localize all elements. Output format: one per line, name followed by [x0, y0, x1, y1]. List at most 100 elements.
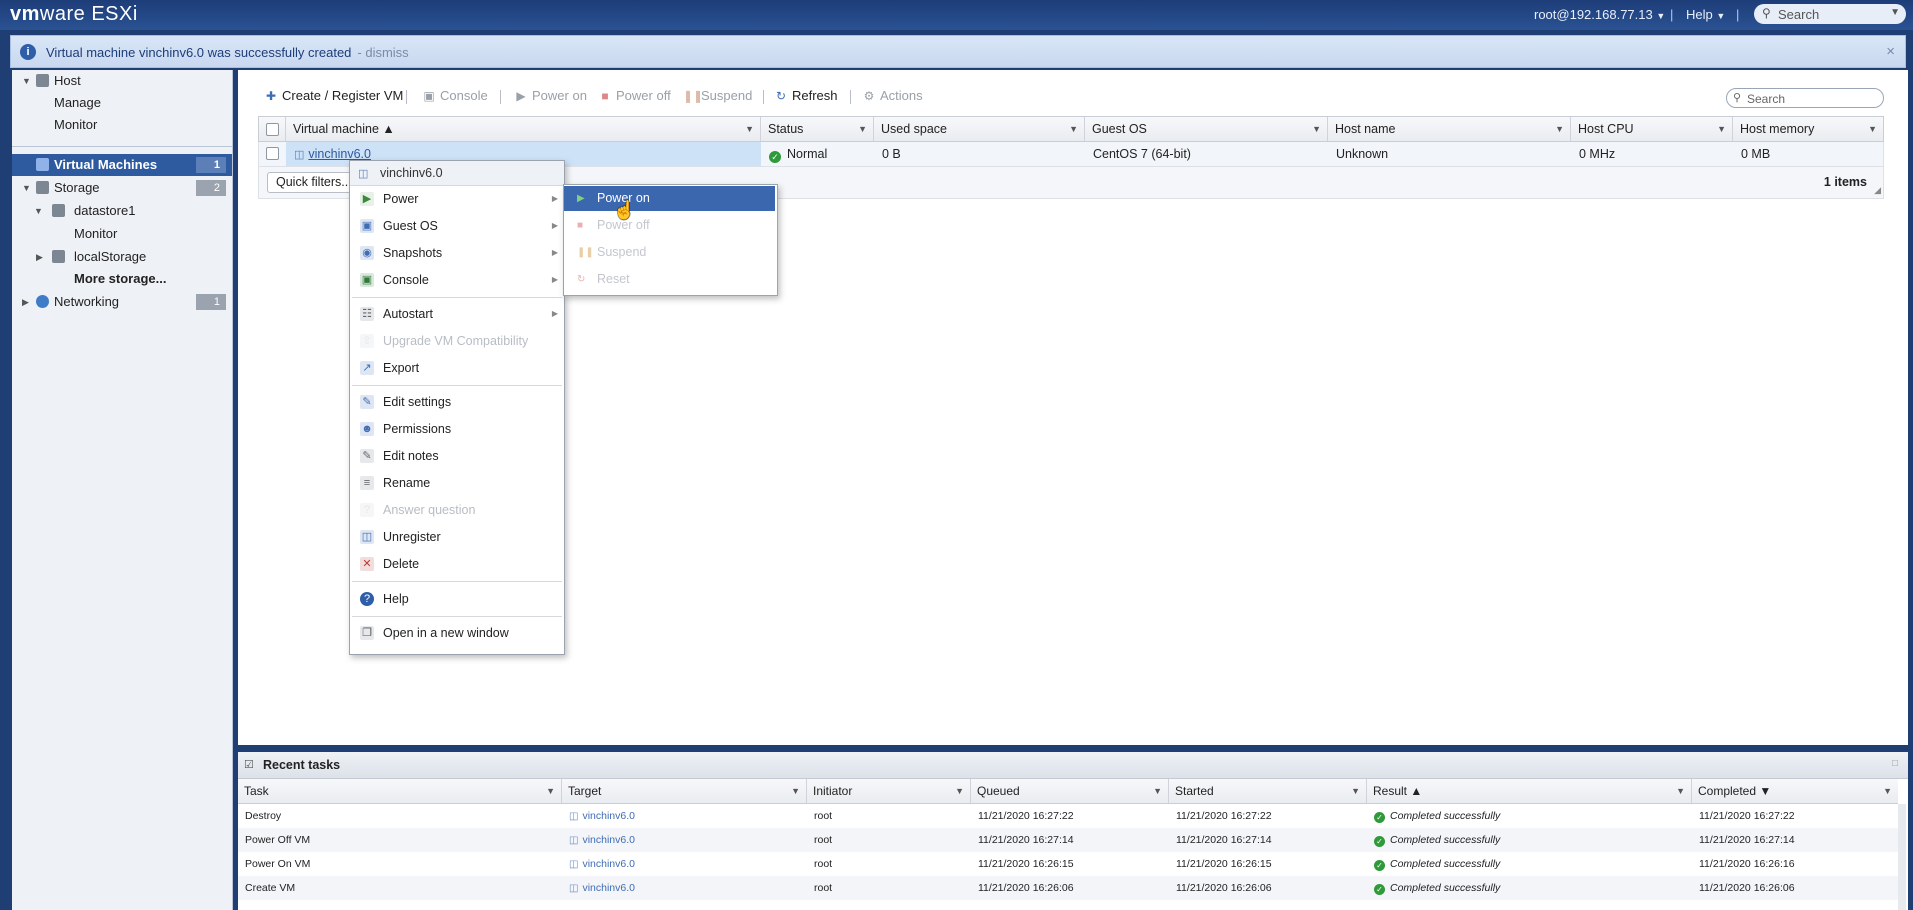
resize-grip-icon[interactable]: ◢ — [1874, 185, 1881, 196]
nav-host-manage[interactable]: Manage — [12, 92, 232, 114]
actions-button[interactable]: ⚙ Actions — [862, 88, 923, 103]
nav-networking[interactable]: ▶ Networking 1 — [12, 291, 232, 313]
chevron-down-icon[interactable]: ▼ — [745, 117, 754, 141]
chevron-down-icon[interactable]: ▼ — [1717, 117, 1726, 141]
column-target[interactable]: Target ▼ — [562, 779, 807, 803]
chevron-down-icon[interactable]: ▼ — [1868, 117, 1877, 141]
chevron-down-icon[interactable]: ▼ — [1069, 117, 1078, 141]
chevron-down-icon[interactable]: ▼ — [546, 779, 555, 803]
menu-item-edit-notes[interactable]: ✎ Edit notes — [350, 444, 564, 468]
column-result[interactable]: Result ▲ ▼ — [1367, 779, 1692, 803]
nav-host-monitor[interactable]: Monitor — [12, 114, 232, 136]
task-target[interactable]: ◫ vinchinv6.0 — [562, 876, 807, 900]
power-on-button[interactable]: ▶ Power on — [514, 88, 587, 103]
chevron-down-icon[interactable]: ▼ — [955, 779, 964, 803]
column-host-name[interactable]: Host name ▼ — [1328, 117, 1571, 141]
menu-item-help[interactable]: ? Help — [350, 587, 564, 611]
chevron-down-icon[interactable]: ▼ — [1555, 117, 1564, 141]
task-target[interactable]: ◫ vinchinv6.0 — [562, 852, 807, 876]
submenu-suspend[interactable]: ❚❚ Suspend — [564, 240, 775, 265]
column-used-space[interactable]: Used space ▼ — [874, 117, 1085, 141]
chevron-down-icon[interactable]: ▼ — [1351, 779, 1360, 803]
menu-item-autostart[interactable]: ☷ Autostart ▶ — [350, 302, 564, 326]
select-all-checkbox[interactable] — [266, 123, 279, 136]
column-virtual-machine[interactable]: Virtual machine ▲ ▼ — [286, 117, 761, 141]
nav-datastore1[interactable]: ▼ datastore1 — [12, 200, 232, 222]
console-button[interactable]: ▣ Console — [422, 88, 487, 103]
column-task[interactable]: Task ▼ — [238, 779, 562, 803]
column-host-memory[interactable]: Host memory ▼ — [1733, 117, 1883, 141]
column-started[interactable]: Started ▼ — [1169, 779, 1367, 803]
new-window-icon: ❐ — [360, 626, 374, 640]
create-register-vm-button[interactable]: ✚ Create / Register VM — [264, 88, 403, 103]
quick-filters-select[interactable]: Quick filters... — [267, 172, 355, 193]
task-row[interactable]: Power On VM ◫ vinchinv6.0 root 11/21/2020… — [238, 852, 1898, 876]
task-target[interactable]: ◫ vinchinv6.0 — [562, 828, 807, 852]
global-search-input[interactable]: ⚲ Search ▼ — [1754, 4, 1906, 24]
menu-item-rename[interactable]: ≡ Rename — [350, 471, 564, 495]
nav-datastore1-monitor[interactable]: Monitor — [12, 223, 232, 245]
menu-item-answer-question[interactable]: ? Answer question — [350, 498, 564, 522]
task-row[interactable]: Power Off VM ◫ vinchinv6.0 root 11/21/202… — [238, 828, 1898, 852]
collapse-arrow-icon[interactable]: ▼ — [22, 177, 31, 199]
nav-virtual-machines[interactable]: Virtual Machines 1 — [12, 154, 232, 176]
menu-item-export[interactable]: ↗ Export — [350, 356, 564, 380]
menu-item-snapshots[interactable]: ◉ Snapshots ▶ — [350, 241, 564, 265]
chevron-down-icon[interactable]: ▼ — [791, 779, 800, 803]
vm-name-link[interactable]: vinchinv6.0 — [308, 147, 371, 161]
chevron-down-icon[interactable]: ▼ — [1883, 779, 1892, 803]
nav-local-storage[interactable]: ▶ localStorage — [12, 246, 232, 268]
menu-item-console[interactable]: ▣ Console ▶ — [350, 268, 564, 292]
minimize-icon[interactable]: □ — [1892, 758, 1898, 769]
submenu-power-on[interactable]: ▶ Power on — [564, 186, 775, 211]
power-off-button[interactable]: ■ Power off — [598, 88, 670, 103]
menu-item-edit-settings[interactable]: ✎ Edit settings — [350, 390, 564, 414]
vm-search-input[interactable]: ⚲ Search — [1726, 88, 1884, 108]
collapse-arrow-icon[interactable]: ▼ — [34, 200, 43, 222]
nav-storage[interactable]: ▼ Storage 2 — [12, 177, 232, 199]
chevron-down-icon[interactable]: ▼ — [1153, 779, 1162, 803]
chevron-down-icon[interactable]: ▼ — [1676, 779, 1685, 803]
submenu-reset[interactable]: ↻ Reset — [564, 267, 775, 292]
close-icon[interactable]: × — [1886, 43, 1895, 60]
column-status[interactable]: Status ▼ — [761, 117, 874, 141]
autostart-icon: ☷ — [360, 307, 374, 321]
menu-item-open-new-window[interactable]: ❐ Open in a new window — [350, 621, 564, 645]
chevron-down-icon[interactable]: ▼ — [1312, 117, 1321, 141]
menu-divider — [352, 581, 562, 582]
column-completed[interactable]: Completed ▼ ▼ — [1692, 779, 1898, 803]
task-target[interactable]: ◫ vinchinv6.0 — [562, 804, 807, 828]
chevron-down-icon[interactable]: ▼ — [858, 117, 867, 141]
row-checkbox[interactable] — [266, 147, 279, 160]
task-row[interactable]: Create VM ◫ vinchinv6.0 root 11/21/2020 1… — [238, 876, 1898, 900]
collapse-arrow-icon[interactable]: ▼ — [22, 70, 31, 92]
expand-arrow-icon[interactable]: ▶ — [22, 291, 29, 313]
nav-more-storage[interactable]: More storage... — [12, 268, 232, 290]
chevron-down-icon[interactable]: ▼ — [1890, 7, 1900, 18]
notification-message: Virtual machine vinchinv6.0 was successf… — [46, 45, 409, 60]
nav-host[interactable]: ▼ Host — [12, 70, 232, 92]
menu-item-upgrade-vm-compatibility[interactable]: ⇧ Upgrade VM Compatibility — [350, 329, 564, 353]
menu-item-power[interactable]: ▶ Power ▶ — [350, 187, 564, 211]
user-menu[interactable]: root@192.168.77.13 ▼ — [1534, 7, 1665, 22]
expand-arrow-icon[interactable]: ▶ — [36, 246, 43, 268]
tasks-scrollbar[interactable] — [1898, 804, 1906, 910]
submenu-power-off[interactable]: ■ Power off — [564, 213, 775, 238]
context-menu-header: ◫ vinchinv6.0 — [350, 161, 564, 186]
column-queued[interactable]: Queued ▼ — [971, 779, 1169, 803]
column-guest-os[interactable]: Guest OS ▼ — [1085, 117, 1328, 141]
power-submenu: ▶ Power on ■ Power off ❚❚ Suspend ↻ Rese… — [563, 184, 778, 296]
column-host-cpu[interactable]: Host CPU ▼ — [1571, 117, 1733, 141]
suspend-button[interactable]: ❚❚Suspend — [683, 88, 752, 103]
dismiss-link[interactable]: - dismiss — [357, 45, 408, 60]
menu-item-permissions[interactable]: ☻ Permissions — [350, 417, 564, 441]
task-row[interactable]: Destroy ◫ vinchinv6.0 root 11/21/2020 16:… — [238, 804, 1898, 828]
column-initiator[interactable]: Initiator ▼ — [807, 779, 971, 803]
menu-item-delete[interactable]: ✕ Delete — [350, 552, 564, 576]
help-menu[interactable]: Help ▼ — [1686, 7, 1725, 22]
menu-item-unregister[interactable]: ◫ Unregister — [350, 525, 564, 549]
menu-item-guest-os[interactable]: ▣ Guest OS ▶ — [350, 214, 564, 238]
refresh-button[interactable]: ↻ Refresh — [774, 88, 838, 103]
reset-icon: ↻ — [577, 274, 586, 285]
task-started: 11/21/2020 16:27:22 — [1176, 810, 1272, 822]
